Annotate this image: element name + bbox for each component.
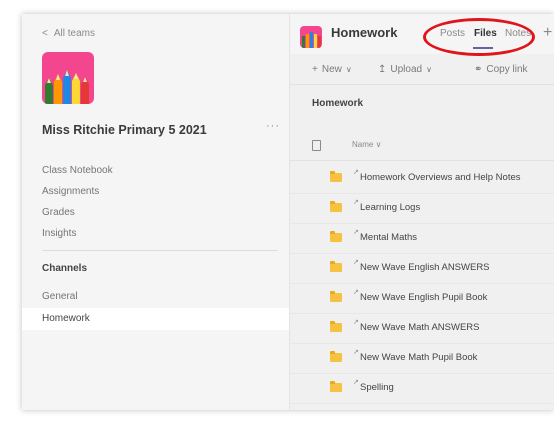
files-toolbar: + New ∨ ↥ Upload ∨ ⚭ Copy link	[290, 58, 554, 85]
file-name[interactable]: Mental Maths	[360, 232, 417, 243]
name-column-header[interactable]: Name ∨	[352, 140, 381, 149]
team-sidebar: < All teams Miss Ritchie Primary 5 2021 ·…	[22, 14, 290, 410]
nav-item-class-notebook[interactable]: Class Notebook	[42, 160, 113, 181]
shortcut-arrow-icon: ↗	[353, 289, 359, 296]
file-name[interactable]: Homework Overviews and Help Notes	[360, 172, 521, 183]
folder-icon	[330, 381, 342, 392]
file-row[interactable]: ↗ Mental Maths	[290, 223, 554, 254]
shortcut-arrow-icon: ↗	[353, 319, 359, 326]
name-header-label: Name	[352, 140, 374, 149]
nav-item-grades[interactable]: Grades	[42, 202, 113, 223]
chevron-down-icon: ∨	[426, 65, 432, 74]
breadcrumb: Homework	[312, 98, 364, 109]
teams-window: < All teams Miss Ritchie Primary 5 2021 ·…	[22, 14, 554, 410]
file-name[interactable]: Learning Logs	[360, 202, 420, 213]
team-nav: Class Notebook Assignments Grades Insigh…	[42, 160, 113, 244]
folder-icon	[330, 321, 342, 332]
chevron-down-icon: ∨	[375, 140, 382, 149]
all-teams-link[interactable]: < All teams	[42, 28, 95, 39]
active-tab-indicator	[473, 47, 493, 49]
channel-logo	[300, 26, 322, 48]
sidebar-divider	[42, 250, 278, 251]
add-tab-button[interactable]: +	[543, 24, 552, 42]
file-list-header: Name ∨	[290, 140, 554, 161]
nav-item-insights[interactable]: Insights	[42, 223, 113, 244]
file-name[interactable]: New Wave Math Pupil Book	[360, 352, 477, 363]
file-row[interactable]: ↗ New Wave Math ANSWERS	[290, 313, 554, 344]
plus-icon: +	[312, 64, 318, 75]
upload-label: Upload	[390, 64, 423, 75]
file-name[interactable]: New Wave Math ANSWERS	[360, 322, 479, 333]
file-type-icon[interactable]	[312, 140, 321, 151]
channel-homework[interactable]: Homework	[22, 308, 289, 330]
link-icon: ⚭	[474, 64, 483, 75]
chevron-down-icon: ∨	[345, 65, 352, 74]
nav-item-assignments[interactable]: Assignments	[42, 181, 113, 202]
pencils-icon	[302, 32, 321, 48]
file-row[interactable]: ↗ Homework Overviews and Help Notes	[290, 163, 554, 194]
file-row[interactable]: ↗ New Wave English ANSWERS	[290, 253, 554, 284]
folder-icon	[330, 291, 342, 302]
shortcut-arrow-icon: ↗	[353, 199, 359, 206]
file-row[interactable]: ↗ Learning Logs	[290, 193, 554, 224]
file-row[interactable]: ↗ New Wave Math Pupil Book	[290, 343, 554, 374]
upload-button[interactable]: ↥ Upload ∨	[378, 64, 432, 75]
channel-title: Homework	[331, 25, 398, 40]
folder-icon	[330, 351, 342, 362]
all-teams-label: All teams	[53, 28, 95, 39]
tab-files[interactable]: Files	[474, 28, 497, 39]
chevron-left-icon: <	[42, 28, 48, 39]
channel-content: Homework Posts Files Notes + + New ∨ ↥ Uplo…	[290, 14, 554, 410]
team-logo	[42, 52, 94, 104]
tab-posts[interactable]: Posts	[440, 28, 465, 39]
team-name: Miss Ritchie Primary 5 2021	[42, 123, 207, 137]
upload-icon: ↥	[378, 64, 387, 75]
more-options-icon[interactable]: ···	[266, 120, 280, 132]
channel-header: Homework Posts Files Notes +	[290, 14, 554, 56]
shortcut-arrow-icon: ↗	[353, 229, 359, 236]
new-label: New	[321, 64, 342, 75]
pencils-icon	[45, 70, 89, 104]
new-button[interactable]: + New ∨	[312, 64, 352, 75]
copy-link-label: Copy link	[486, 64, 528, 75]
folder-icon	[330, 201, 342, 212]
channels-heading: Channels	[42, 263, 88, 274]
tab-notes[interactable]: Notes	[505, 28, 531, 39]
file-row[interactable]: ↗ Spelling	[290, 373, 554, 404]
file-name[interactable]: New Wave English ANSWERS	[360, 262, 490, 273]
file-list: Name ∨ ↗ Homework Overviews and Help Not…	[290, 126, 554, 410]
file-name[interactable]: New Wave English Pupil Book	[360, 292, 487, 303]
shortcut-arrow-icon: ↗	[353, 349, 359, 356]
shortcut-arrow-icon: ↗	[353, 259, 359, 266]
channel-general[interactable]: General	[22, 286, 289, 308]
file-row[interactable]: ↗ New Wave English Pupil Book	[290, 283, 554, 314]
folder-icon	[330, 171, 342, 182]
folder-icon	[330, 231, 342, 242]
shortcut-arrow-icon: ↗	[353, 169, 359, 176]
shortcut-arrow-icon: ↗	[353, 379, 359, 386]
folder-icon	[330, 261, 342, 272]
file-name[interactable]: Spelling	[360, 382, 394, 393]
copy-link-button[interactable]: ⚭ Copy link	[474, 64, 528, 75]
